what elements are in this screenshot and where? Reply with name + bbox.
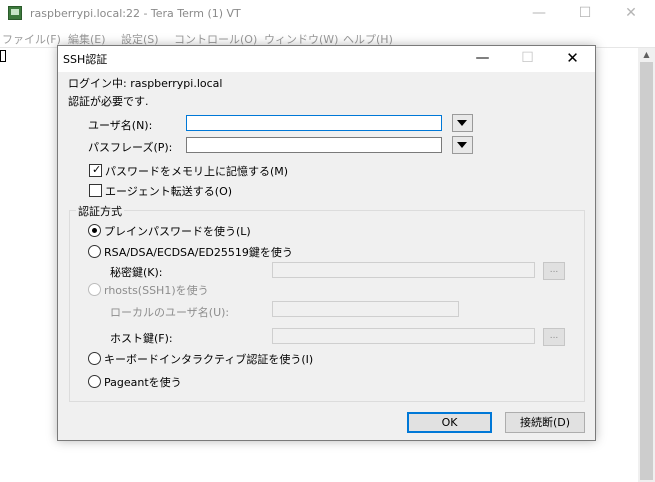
passphrase-input[interactable] (186, 137, 442, 153)
passphrase-label: パスフレーズ(P): (88, 141, 173, 154)
pageant-radio[interactable] (88, 375, 101, 388)
host-key-input (272, 328, 535, 344)
main-title-bar: raspberrypi.local:22 - Tera Term (1) VT … (0, 0, 655, 28)
rhosts-label: rhosts(SSH1)を使う (104, 284, 209, 297)
private-key-label: 秘密鍵(K): (110, 266, 163, 279)
radio-selected-dot (92, 228, 97, 233)
main-minimize-button[interactable]: — (516, 0, 562, 28)
terminal-cursor (0, 50, 6, 62)
main-maximize-button[interactable]: ☐ (562, 0, 608, 28)
remember-password-label[interactable]: パスワードをメモリ上に記憶する(M) (105, 163, 288, 179)
username-input[interactable] (186, 115, 442, 131)
auth-method-legend: 認証方式 (76, 203, 124, 219)
menu-file[interactable]: ファイル(F) (2, 31, 61, 47)
dropdown-arrow-icon (457, 120, 467, 126)
keyboard-interactive-label[interactable]: キーボードインタラクティブ認証を使う(I) (104, 351, 313, 367)
scrollbar-thumb[interactable] (640, 62, 653, 480)
host-key-label: ホスト鍵(F): (110, 332, 173, 345)
ok-button[interactable]: OK (407, 412, 492, 433)
scroll-up-arrow-icon[interactable]: ▲ (641, 50, 652, 60)
keyboard-interactive-radio[interactable] (88, 352, 101, 365)
login-host-label: ログイン中: raspberrypi.local (68, 77, 223, 90)
dialog-minimize-button[interactable]: — (460, 46, 505, 72)
dialog-maximize-button: ☐ (521, 50, 534, 66)
teraterm-app-icon (8, 6, 22, 20)
plain-password-radio[interactable] (88, 224, 101, 237)
local-username-input (272, 301, 459, 317)
auth-required-label: 認証が必要です. (68, 95, 149, 108)
disconnect-button[interactable]: 接続断(D) (505, 412, 585, 433)
rsa-key-label[interactable]: RSA/DSA/ECDSA/ED25519鍵を使う (104, 244, 293, 260)
checkmark-icon: ✓ (92, 163, 102, 176)
private-key-browse-button: ... (543, 262, 565, 280)
local-username-label: ローカルのユーザ名(U): (110, 306, 230, 319)
private-key-input (272, 262, 535, 278)
remember-password-checkbox[interactable]: ✓ (89, 163, 102, 177)
main-close-button[interactable]: ✕ (608, 0, 654, 28)
passphrase-history-dropdown[interactable] (452, 136, 473, 154)
dialog-close-button[interactable]: ✕ (550, 46, 595, 72)
dialog-title-bar: SSH認証 — ☐ ✕ (58, 46, 595, 72)
username-label: ユーザ名(N): (88, 119, 153, 132)
ssh-auth-dialog: SSH認証 — ☐ ✕ ログイン中: raspberrypi.local 認証が… (57, 45, 596, 441)
agent-forwarding-checkbox[interactable] (89, 184, 102, 197)
rsa-key-radio[interactable] (88, 245, 101, 258)
dialog-title: SSH認証 (63, 53, 108, 66)
rhosts-radio (88, 283, 101, 296)
pageant-label[interactable]: Pageantを使う (104, 374, 182, 390)
main-window-title: raspberrypi.local:22 - Tera Term (1) VT (30, 7, 241, 20)
agent-forwarding-label[interactable]: エージェント転送する(O) (105, 183, 232, 199)
dropdown-arrow-icon (457, 142, 467, 148)
host-key-browse-button: ... (543, 328, 565, 346)
plain-password-label[interactable]: プレインパスワードを使う(L) (104, 223, 251, 239)
username-history-dropdown[interactable] (452, 114, 473, 132)
